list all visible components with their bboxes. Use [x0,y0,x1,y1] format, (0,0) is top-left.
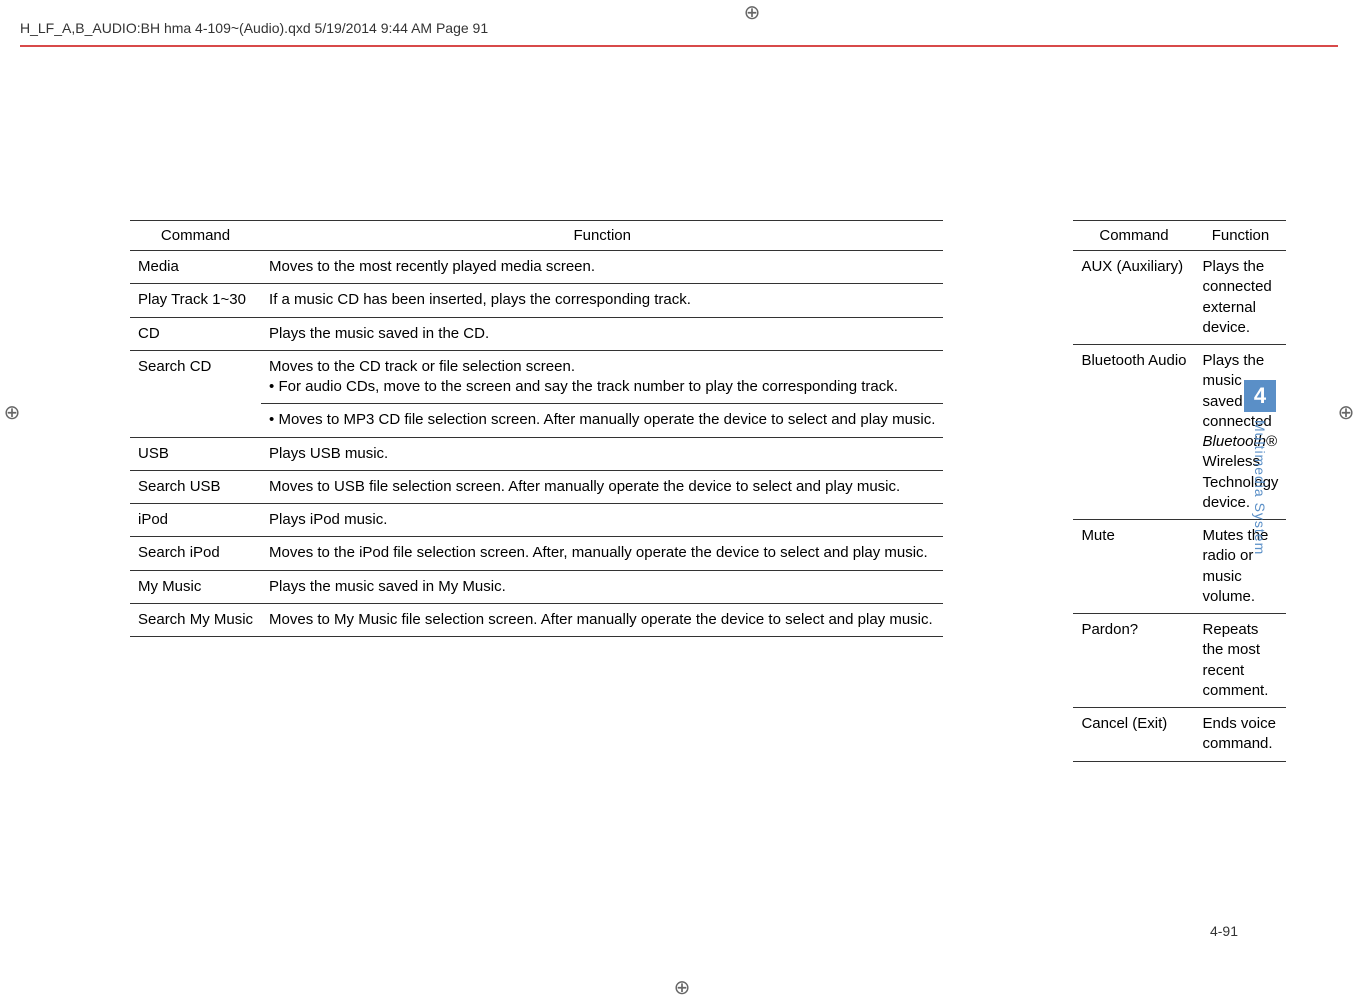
header-file-path: H_LF_A,B_AUDIO:BH hma 4-109~(Audio).qxd … [20,20,488,36]
func-cell: Plays the music saved in the CD. [261,317,943,350]
table-row: Search CD Moves to the CD track or file … [130,350,943,404]
cmd-cell: Mute [1073,520,1194,614]
header-divider [20,45,1338,47]
table-row: CD Plays the music saved in the CD. [130,317,943,350]
table-row: Search USB Moves to USB file selection s… [130,470,943,503]
section-side-tab: 4 Multimedia System [1244,380,1276,555]
func-cell: Plays USB music. [261,437,943,470]
col-command: Command [130,221,261,251]
func-cell: Plays the connected external device. [1195,251,1287,345]
func-cell: If a music CD has been inserted, plays t… [261,284,943,317]
col-function: Function [261,221,943,251]
cmd-cell: Search CD [130,350,261,437]
cmd-cell: Media [130,251,261,284]
cmd-cell: iPod [130,504,261,537]
cmd-cell: Search My Music [130,603,261,636]
func-text: Moves to the CD track or file selection … [269,358,575,375]
col-function: Function [1195,221,1287,251]
cmd-cell: Pardon? [1073,614,1194,708]
cmd-cell: USB [130,437,261,470]
table-row: Media Moves to the most recently played … [130,251,943,284]
bullet-text: • Moves to MP3 CD file selection screen.… [269,410,935,430]
cmd-cell: Search iPod [130,537,261,570]
registration-mark-left [0,400,24,424]
func-cell: Plays iPod music. [261,504,943,537]
func-cell: Moves to the most recently played media … [261,251,943,284]
cmd-cell: Play Track 1~30 [130,284,261,317]
table-header-row: Command Function [130,221,943,251]
table-row: iPod Plays iPod music. [130,504,943,537]
commands-table-left: Command Function Media Moves to the most… [130,220,943,637]
cmd-cell: Cancel (Exit) [1073,708,1194,762]
cmd-cell: My Music [130,570,261,603]
table-row: Search iPod Moves to the iPod file selec… [130,537,943,570]
cmd-cell: Bluetooth Audio [1073,345,1194,520]
page-number: 4-91 [1210,923,1238,939]
registration-mark-right [1334,400,1358,424]
registration-mark-top [740,0,764,24]
table-row: Search My Music Moves to My Music file s… [130,603,943,636]
cmd-cell: Search USB [130,470,261,503]
table-row: My Music Plays the music saved in My Mus… [130,570,943,603]
table-row: Cancel (Exit) Ends voice command. [1073,708,1286,762]
table-header-row: Command Function [1073,221,1286,251]
func-cell: Moves to the iPod file selection screen.… [261,537,943,570]
section-number-badge: 4 [1244,380,1276,412]
registration-mark-bottom [670,975,694,999]
func-cell: Moves to My Music file selection screen.… [261,603,943,636]
left-column: Command Function Media Moves to the most… [130,220,943,762]
table-row: AUX (Auxiliary) Plays the connected exte… [1073,251,1286,345]
func-cell: Repeats the most recent comment. [1195,614,1287,708]
cmd-cell: AUX (Auxiliary) [1073,251,1194,345]
section-label: Multimedia System [1252,420,1268,555]
func-cell: Moves to USB file selection screen. Afte… [261,470,943,503]
cmd-cell: CD [130,317,261,350]
func-cell: Moves to the CD track or file selection … [261,350,943,404]
table-row: USB Plays USB music. [130,437,943,470]
col-command: Command [1073,221,1194,251]
func-cell: Ends voice command. [1195,708,1287,762]
table-row: Play Track 1~30 If a music CD has been i… [130,284,943,317]
func-cell: • Moves to MP3 CD file selection screen.… [261,404,943,437]
bullet-text: • For audio CDs, move to the screen and … [269,377,935,397]
page-content: Command Function Media Moves to the most… [130,220,1278,762]
func-cell: Plays the music saved in My Music. [261,570,943,603]
table-row: Pardon? Repeats the most recent comment. [1073,614,1286,708]
